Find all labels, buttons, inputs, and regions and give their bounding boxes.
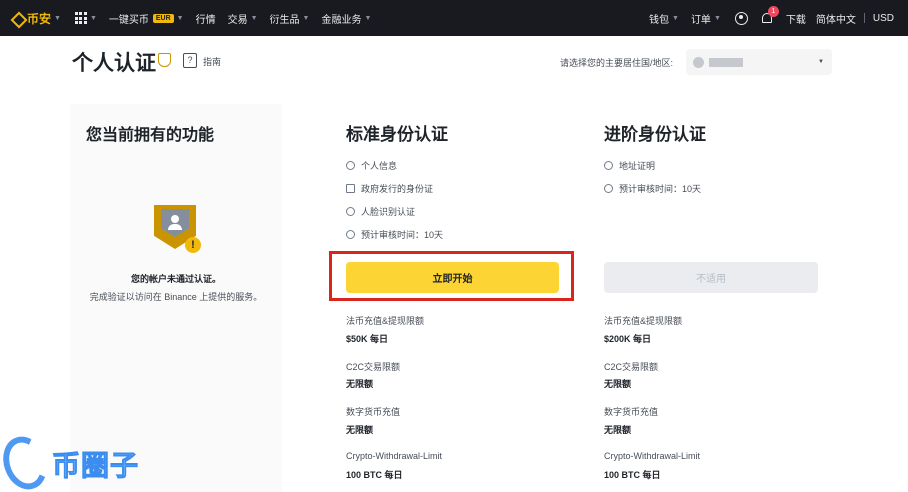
standard-limit-value: 无限额 xyxy=(346,379,374,389)
nav-wallet-label: 钱包 xyxy=(649,14,669,26)
standard-limit-label: 数字货币充值 xyxy=(346,407,401,417)
nav-finance[interactable]: 金融业务 ▼ xyxy=(321,11,371,26)
nav-download[interactable]: 下载 xyxy=(786,11,806,26)
standard-limit-label: Crypto-Withdrawal-Limit xyxy=(346,451,443,461)
requirement-review-time: 预计审核时间：10天 xyxy=(604,182,701,195)
standard-limit-value: 无限额 xyxy=(346,425,374,435)
nav-orders[interactable]: 订单 ▼ xyxy=(691,11,721,26)
nav-trade-label: 交易 xyxy=(227,14,248,26)
location-pin-icon xyxy=(604,161,613,170)
nav-orders-label: 订单 xyxy=(690,14,711,26)
nav-markets-label: 行情 xyxy=(195,14,216,26)
requirement-face-recognition: 人脸识别认证 xyxy=(346,205,415,218)
advanced-limit-value: $200K 每日 xyxy=(604,334,652,344)
user-icon[interactable] xyxy=(734,11,748,25)
requirement-label: 预计审核时间：10天 xyxy=(361,230,444,240)
advanced-title: 进阶身份认证 xyxy=(604,125,706,144)
nav-markets[interactable]: 行情 xyxy=(196,11,216,26)
country-flag-icon xyxy=(693,56,704,68)
requirement-label: 政府发行的身份证 xyxy=(361,184,434,194)
chevron-down-icon: ▼ xyxy=(54,14,61,22)
nav-derivatives-label: 衍生品 xyxy=(269,14,300,26)
chevron-down-icon: ▼ xyxy=(302,14,310,22)
standard-limit-label: 法币充值&提现限额 xyxy=(346,316,425,326)
face-icon xyxy=(346,207,355,216)
nav-divider xyxy=(863,13,865,23)
standard-limit-value: 100 BTC 每日 xyxy=(346,470,403,480)
nav-buy-crypto-label: 一键买币 xyxy=(108,14,149,26)
id-card-icon xyxy=(346,184,355,193)
nav-download-label: 下载 xyxy=(785,14,806,26)
standard-limit-label: C2C交易限额 xyxy=(346,362,401,372)
chevron-down-icon: ▼ xyxy=(672,14,679,22)
advanced-limit-label: C2C交易限额 xyxy=(604,362,659,372)
nav-wallet[interactable]: 钱包 ▼ xyxy=(649,11,679,26)
nav-currency-label: USD xyxy=(872,12,894,24)
nav-language[interactable]: 简体中文 xyxy=(816,11,856,26)
requirement-label: 人脸识别认证 xyxy=(361,207,416,217)
requirement-review-time: 预计审核时间：10天 xyxy=(346,228,443,241)
chevron-down-icon: ▼ xyxy=(89,14,97,22)
nav-finance-label: 金融业务 xyxy=(321,14,362,26)
question-icon[interactable]: ? xyxy=(183,53,197,68)
requirement-government-id: 政府发行的身份证 xyxy=(346,182,433,195)
not-applicable-button: 不适用 xyxy=(604,262,818,293)
start-verification-button[interactable]: 立即开始 xyxy=(346,262,559,293)
nav-buy-crypto[interactable]: 一键买币 EUR ▼ xyxy=(109,11,184,26)
watermark-logo-icon xyxy=(0,430,54,492)
logo-text: 币安 xyxy=(27,11,52,26)
shield-icon xyxy=(158,53,171,67)
requirement-address-proof: 地址证明 xyxy=(604,159,655,172)
clock-icon xyxy=(346,230,355,239)
requirement-personal-info: 个人信息 xyxy=(346,159,397,172)
country-prompt: 请选择您的主要居住国/地区: xyxy=(560,58,674,68)
apps-grid-icon[interactable] xyxy=(74,12,87,24)
guide-link[interactable]: 指南 xyxy=(203,55,221,68)
unverified-badge-icon: ! xyxy=(152,203,201,255)
top-nav: 币安 ▼ ▼ 一键买币 EUR ▼ 行情 交易 ▼ 衍生品 ▼ 金融业务 ▼ 钱… xyxy=(0,0,908,36)
badge-face xyxy=(171,215,179,223)
current-features-title: 您当前拥有的功能 xyxy=(86,127,215,144)
standard-title: 标准身份认证 xyxy=(346,125,448,144)
country-value-redacted xyxy=(709,57,743,67)
advanced-limit-label: Crypto-Withdrawal-Limit xyxy=(604,451,701,461)
verification-status: 您的帐户未通过认证。 xyxy=(130,274,221,284)
currency-badge: EUR xyxy=(152,13,174,23)
bell-icon[interactable]: 1 xyxy=(760,6,779,25)
binance-logo-icon xyxy=(10,11,24,25)
requirement-label: 个人信息 xyxy=(361,161,398,171)
chevron-down-icon: ▼ xyxy=(176,14,184,22)
person-info-icon xyxy=(346,161,355,170)
advanced-limit-value: 无限额 xyxy=(604,379,632,389)
advanced-limit-label: 法币充值&提现限额 xyxy=(604,316,683,326)
nav-currency[interactable]: USD xyxy=(873,13,894,24)
warning-icon: ! xyxy=(185,237,201,253)
chevron-down-icon: ▼ xyxy=(818,59,824,65)
nav-derivatives[interactable]: 衍生品 ▼ xyxy=(270,11,310,26)
page-title: 个人认证 xyxy=(72,52,156,75)
nav-language-label: 简体中文 xyxy=(815,14,856,26)
nav-right-group: 钱包 ▼ 订单 ▼ 1 下载 简体中文 USD xyxy=(637,6,908,26)
standard-limit-value: $50K 每日 xyxy=(346,334,389,344)
verification-hint: 完成验证以访问在 Binance 上提供的服务。 xyxy=(89,292,263,302)
chevron-down-icon: ▼ xyxy=(713,14,721,22)
advanced-verification-column: 进阶身份认证 xyxy=(604,120,834,145)
binance-logo[interactable]: 币安 ▼ xyxy=(10,10,61,27)
watermark-text: 币圈子 xyxy=(51,450,140,482)
country-select[interactable]: ▼ xyxy=(686,49,832,75)
advanced-limit-value: 100 BTC 每日 xyxy=(604,470,661,480)
requirement-label: 预计审核时间：10天 xyxy=(619,184,702,194)
advanced-limit-value: 无限额 xyxy=(604,425,632,435)
nav-trade[interactable]: 交易 ▼ xyxy=(228,11,258,26)
chevron-down-icon: ▼ xyxy=(364,14,372,22)
notification-badge: 1 xyxy=(767,6,779,17)
badge-body xyxy=(168,224,182,230)
advanced-limit-label: 数字货币充值 xyxy=(604,407,659,417)
watermark: 币圈子 xyxy=(0,430,160,492)
clock-icon xyxy=(604,184,613,193)
chevron-down-icon: ▼ xyxy=(250,14,258,22)
requirement-label: 地址证明 xyxy=(619,161,656,171)
standard-verification-column: 标准身份认证 xyxy=(346,120,576,145)
